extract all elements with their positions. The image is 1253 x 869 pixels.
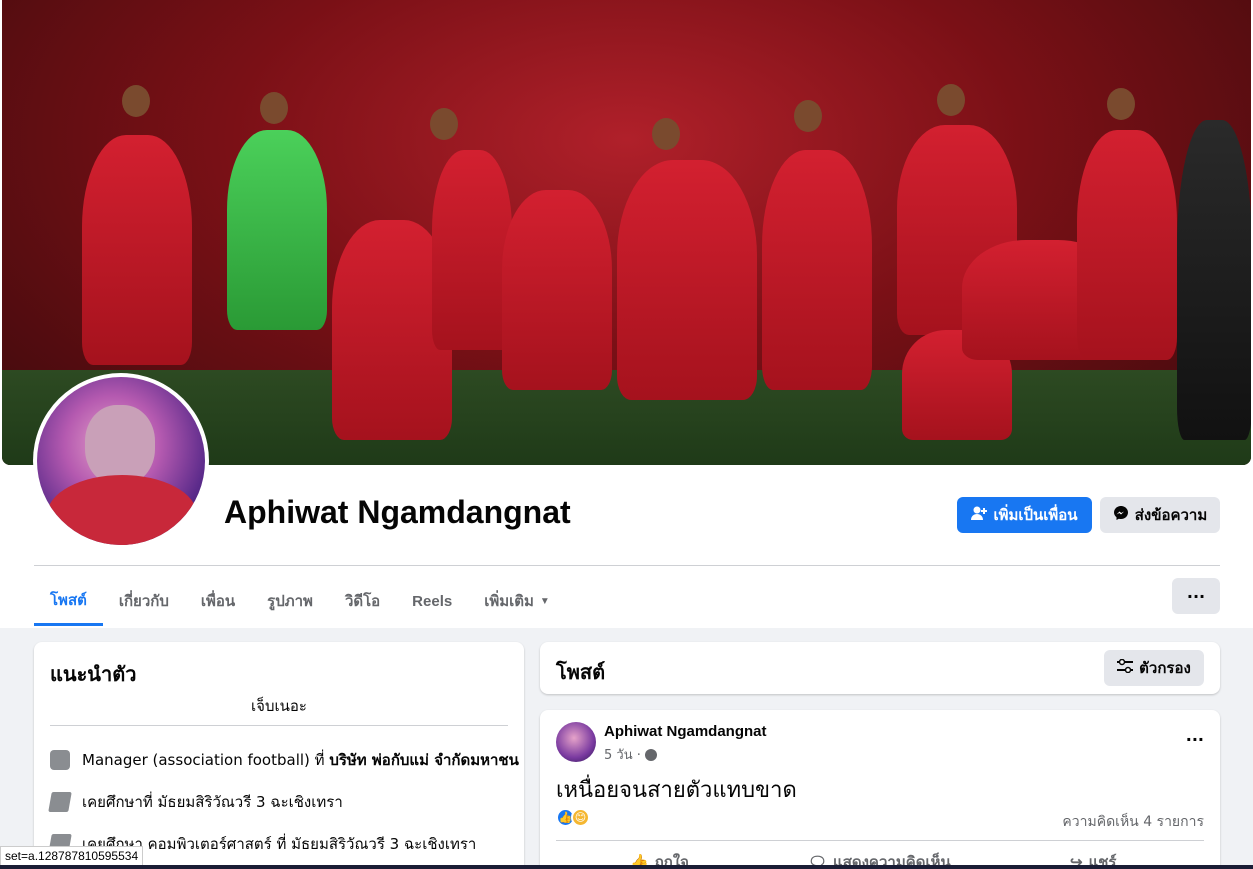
graduation-cap-icon — [48, 792, 72, 812]
taskbar-edge — [0, 865, 1253, 869]
intro-work: Manager (association football) ที่ บริษั… — [50, 748, 519, 772]
post-card: Aphiwat Ngamdangnat 5 วัน · ··· เหนื่อยจ… — [540, 710, 1220, 869]
cover-figure — [617, 160, 757, 400]
care-reaction-icon: 😊 — [571, 808, 590, 827]
cover-figure-head — [937, 84, 965, 116]
caret-down-icon: ▼ — [539, 595, 550, 607]
post-reactions[interactable]: 👍 😊 — [556, 808, 590, 827]
comment-count[interactable]: ความคิดเห็น 4 รายการ — [1062, 811, 1204, 833]
cover-figure-head — [794, 100, 822, 132]
filter-button[interactable]: ตัวกรอง — [1104, 650, 1204, 686]
post-meta: 5 วัน · — [604, 744, 657, 765]
intro-bio: เจ็บเนอะ — [251, 697, 307, 715]
add-friend-icon — [971, 505, 988, 525]
profile-header: Aphiwat Ngamdangnat เพิ่มเป็นเพื่อน ส่งข… — [0, 0, 1253, 628]
avatar-shirt — [47, 475, 197, 545]
messenger-icon — [1113, 505, 1129, 525]
add-friend-label: เพิ่มเป็นเพื่อน — [993, 507, 1078, 524]
profile-name: Aphiwat Ngamdangnat — [224, 494, 571, 530]
cover-figure — [227, 130, 327, 330]
cover-figure-head — [430, 108, 458, 140]
filter-label: ตัวกรอง — [1139, 659, 1191, 677]
intro-education-1: เคยศึกษาที่ มัธยมสิริวัณวรี 3 ฉะเชิงเทรา — [48, 790, 343, 814]
header-divider — [34, 565, 1220, 566]
post-author-avatar[interactable] — [556, 722, 596, 762]
post-options-button[interactable]: ··· — [1186, 730, 1204, 749]
tab-posts[interactable]: โพสต์ — [34, 576, 103, 626]
globe-icon — [644, 748, 657, 761]
profile-tabs: โพสต์ เกี่ยวกับ เพื่อน รูปภาพ วิดีโอ Ree… — [34, 576, 566, 626]
cover-figure — [432, 150, 512, 350]
message-button[interactable]: ส่งข้อความ — [1100, 497, 1220, 533]
tab-videos[interactable]: วิดีโอ — [329, 576, 396, 626]
briefcase-icon — [50, 750, 70, 770]
more-options-button[interactable]: ··· — [1172, 578, 1220, 614]
post-text: เหนื่อยจนสายตัวแทบขาด — [556, 778, 797, 803]
cover-figure — [762, 150, 872, 390]
message-label: ส่งข้อความ — [1134, 507, 1208, 524]
cover-figure-head — [652, 118, 680, 150]
cover-figure-head — [1107, 88, 1135, 120]
posts-title: โพสต์ — [556, 662, 606, 684]
profile-avatar[interactable] — [33, 373, 209, 549]
cover-figure — [502, 190, 612, 390]
cover-figure-head — [122, 85, 150, 117]
work-company-link[interactable]: บริษัท พ่อกับแม่ จำกัดมหาชน — [329, 751, 519, 769]
intro-card: แนะนำตัว เจ็บเนอะ Manager (association f… — [34, 642, 524, 869]
intro-title: แนะนำตัว — [50, 664, 137, 686]
cover-figure — [1177, 120, 1251, 440]
tab-about[interactable]: เกี่ยวกับ — [103, 576, 185, 626]
add-friend-button[interactable]: เพิ่มเป็นเพื่อน — [957, 497, 1092, 533]
tab-photos[interactable]: รูปภาพ — [251, 576, 329, 626]
cover-photo[interactable] — [2, 0, 1251, 465]
cover-figure-head — [260, 92, 288, 124]
intro-divider — [50, 725, 508, 726]
cover-figure — [1077, 130, 1177, 360]
cover-figure — [82, 135, 192, 365]
post-divider — [556, 840, 1204, 841]
browser-status-url: set=a.128787810595534 — [0, 846, 144, 866]
tab-reels[interactable]: Reels — [396, 576, 468, 626]
post-time[interactable]: 5 วัน · — [604, 744, 641, 765]
filter-icon — [1117, 658, 1134, 677]
post-author-name[interactable]: Aphiwat Ngamdangnat — [604, 723, 767, 740]
tab-more[interactable]: เพิ่มเติม ▼ — [468, 576, 566, 626]
avatar-face — [85, 405, 155, 485]
posts-header-card: โพสต์ ตัวกรอง — [540, 642, 1220, 694]
tab-friends[interactable]: เพื่อน — [185, 576, 251, 626]
